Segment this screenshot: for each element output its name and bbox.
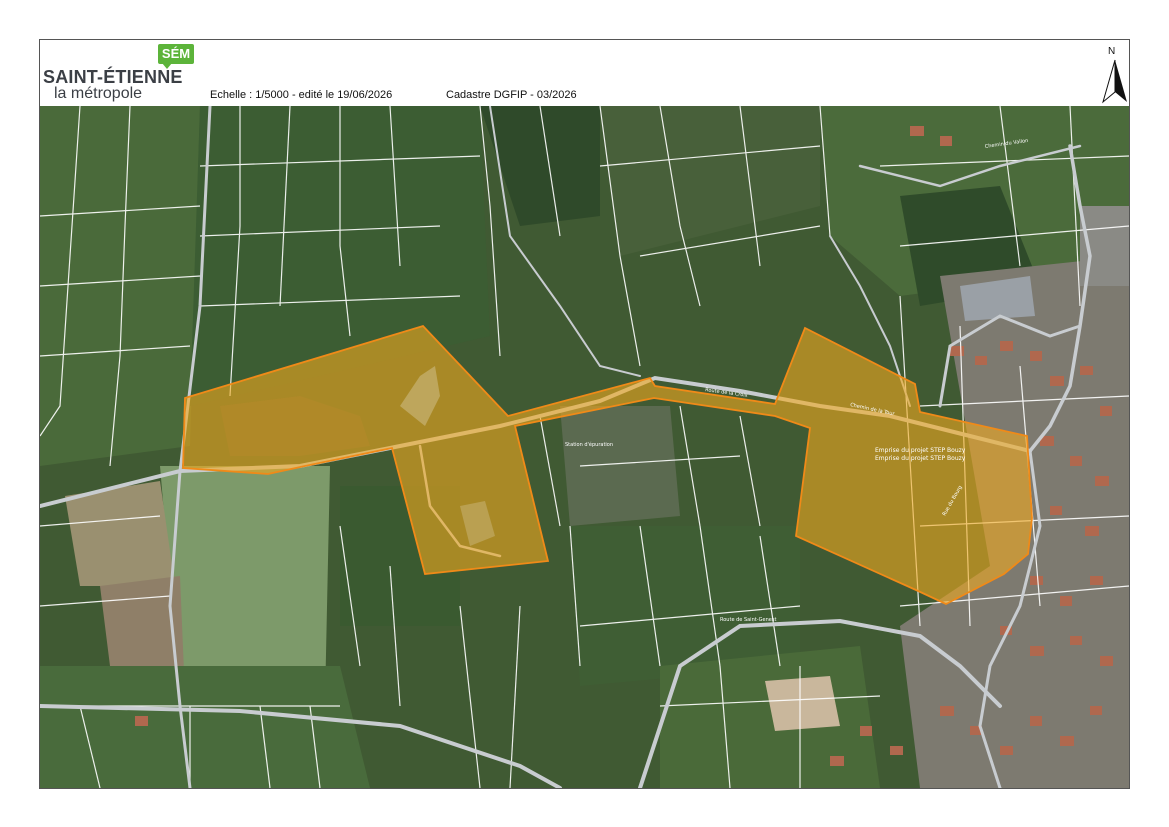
map-frame: SÉM SAINT-ÉTIENNE la métropole Echelle :… xyxy=(39,39,1130,789)
zone-label-2: Emprise du projet STEP Bouzy xyxy=(875,455,966,462)
aerial-map[interactable]: Emprise du projet STEP Bouzy Emprise du … xyxy=(40,106,1129,788)
north-arrow-icon: N xyxy=(1102,46,1127,104)
logo-subtitle: la métropole xyxy=(54,85,143,102)
area-label: Station d'épuration xyxy=(565,441,613,448)
logo-badge: SÉM xyxy=(158,44,194,69)
map-canvas: Emprise du projet STEP Bouzy Emprise du … xyxy=(40,106,1129,788)
map-header: SÉM SAINT-ÉTIENNE la métropole Echelle :… xyxy=(40,40,1129,106)
zone-label-1: Emprise du projet STEP Bouzy xyxy=(875,447,966,454)
scale-text: Echelle : 1/5000 - edité le 19/06/2026 xyxy=(210,89,393,101)
cadastre-text: Cadastre DGFIP - 03/2026 xyxy=(446,89,577,101)
north-label: N xyxy=(1108,46,1115,57)
road-label-4: Route de Saint-Genest xyxy=(720,617,776,623)
